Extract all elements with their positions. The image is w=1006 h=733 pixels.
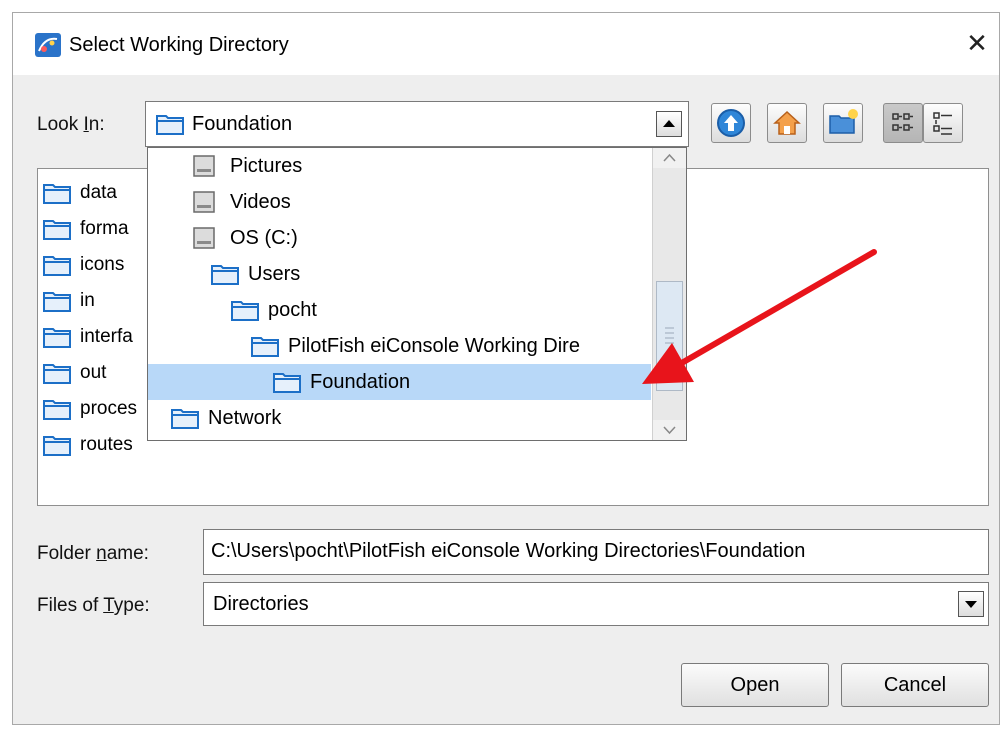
annotation-arrow (642, 249, 877, 384)
